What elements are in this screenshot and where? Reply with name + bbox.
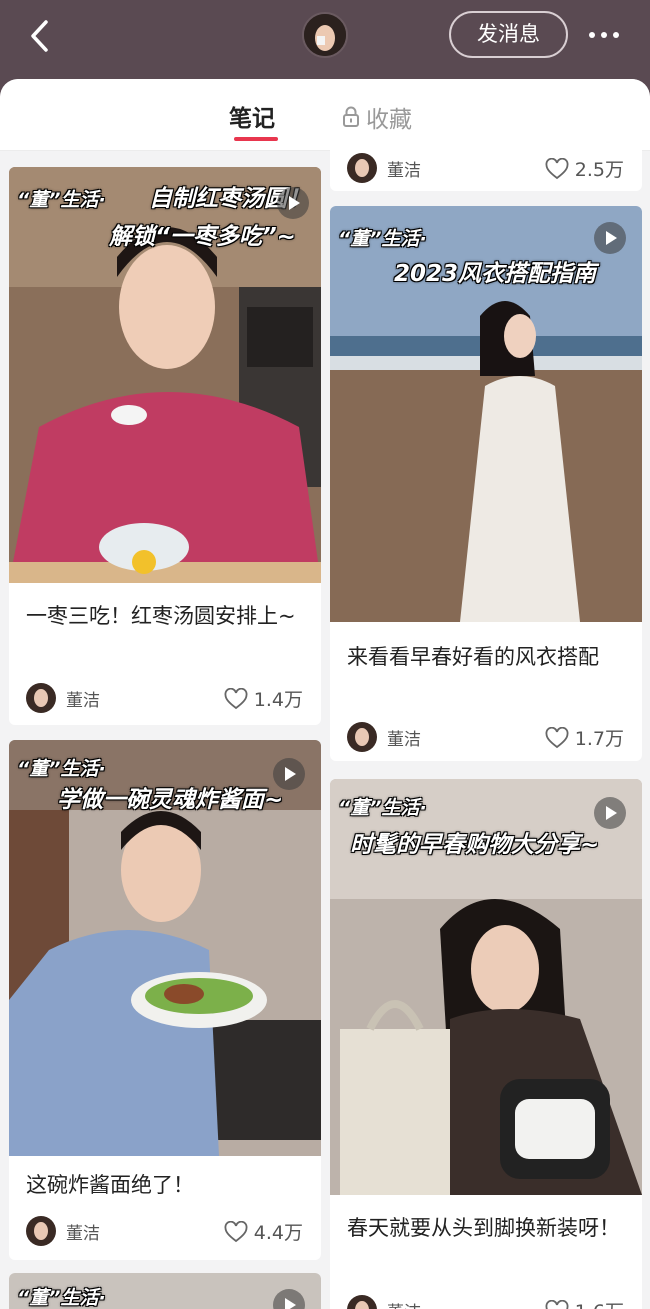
video-play-icon <box>273 758 305 790</box>
cover-text-series: “董”生活· <box>338 797 427 819</box>
author-name: 董洁 <box>387 729 421 750</box>
like-count: 1.4万 <box>253 689 303 711</box>
chevron-left-icon <box>31 20 48 52</box>
heart-icon <box>224 687 248 709</box>
tab-notes[interactable]: 笔记 <box>229 99 275 135</box>
video-play-icon <box>594 222 626 254</box>
like-button[interactable]: 4.4万 <box>224 1218 303 1245</box>
note-card[interactable]: “董”生活· 学做一碗灵魂炸酱面~ 这碗炸酱面绝了！ 董洁 4.4万 <box>9 740 321 1260</box>
tab-favorites-label: 收藏 <box>366 107 412 133</box>
more-options-button[interactable] <box>584 22 624 48</box>
like-button[interactable]: 1.7万 <box>545 724 624 751</box>
video-play-icon <box>277 187 309 219</box>
cover-text-series: “董”生活· <box>17 758 106 780</box>
card-title: 这碗炸酱面绝了！ <box>26 1173 194 1197</box>
card-cover-image: “董”生活· 2023风衣搭配指南 <box>330 206 642 622</box>
more-icon <box>589 32 619 38</box>
lock-icon <box>343 106 359 127</box>
video-play-icon <box>594 797 626 829</box>
like-button[interactable]: 2.5万 <box>545 155 624 182</box>
cover-text-series: “董”生活· <box>17 1287 106 1309</box>
active-tab-indicator <box>234 137 278 141</box>
cover-text-headline: 2023风衣搭配指南 <box>394 261 597 287</box>
author-avatar <box>347 153 377 183</box>
tab-bar: 笔记 收藏 <box>0 79 650 151</box>
card-author[interactable]: 董洁 <box>26 1216 100 1246</box>
heart-icon <box>545 726 569 748</box>
note-card[interactable]: “董”生活· 时髦的早春购物大分享~ 春天就要从头到脚换新装呀！ 董洁 1.6万 <box>330 779 642 1309</box>
heart-icon <box>545 157 569 179</box>
card-cover-image: “董”生活· 时髦的早春购物大分享~ <box>330 779 642 1195</box>
send-message-button[interactable]: 发消息 <box>449 11 568 58</box>
cover-text-headline: 学做一碗灵魂炸酱面~ <box>57 787 284 813</box>
like-count: 1.6万 <box>575 1297 624 1309</box>
author-name: 董洁 <box>66 690 100 711</box>
content-panel: 笔记 收藏 董洁 2.5万 “董”生活· 自制红枣汤圆！ 解锁“一枣多吃”~ 一… <box>0 79 650 1309</box>
heart-icon <box>545 1299 569 1309</box>
like-button[interactable]: 1.4万 <box>224 685 303 712</box>
like-count: 4.4万 <box>253 1222 303 1244</box>
author-avatar <box>26 683 56 713</box>
heart-icon <box>224 1220 248 1242</box>
author-avatar <box>26 1216 56 1246</box>
card-title: 来看看早春好看的风衣搭配 <box>347 645 599 669</box>
card-cover-image: “董”生活· 学做一碗灵魂炸酱面~ <box>9 740 321 1156</box>
cover-text-series: “董”生活· <box>338 228 427 250</box>
card-author[interactable]: 董洁 <box>347 1295 421 1309</box>
cover-text-headline: 时髦的早春购物大分享~ <box>350 832 600 858</box>
card-author[interactable]: 董洁 <box>347 153 421 183</box>
tab-favorites[interactable]: 收藏 <box>342 99 412 135</box>
like-button[interactable]: 1.6万 <box>545 1297 624 1309</box>
top-bar: 发消息 <box>0 0 650 80</box>
card-author[interactable]: 董洁 <box>26 683 100 713</box>
card-title: 一枣三吃！红枣汤圆安排上~ <box>26 604 296 628</box>
author-avatar <box>347 1295 377 1309</box>
author-name: 董洁 <box>387 1298 421 1309</box>
author-name: 董洁 <box>66 1223 100 1244</box>
card-cover-image: “董”生活· <box>9 1273 321 1309</box>
note-card[interactable]: “董”生活· 2023风衣搭配指南 来看看早春好看的风衣搭配 董洁 1.7万 <box>330 206 642 761</box>
profile-avatar[interactable] <box>302 12 348 58</box>
cover-text-subline: 解锁“一枣多吃”~ <box>109 224 296 250</box>
card-author[interactable]: 董洁 <box>347 722 421 752</box>
author-name: 董洁 <box>387 160 421 181</box>
cover-text-series: “董”生活· <box>17 189 106 211</box>
card-cover-image: “董”生活· 自制红枣汤圆！ 解锁“一枣多吃”~ <box>9 167 321 583</box>
note-card[interactable]: “董”生活· <box>9 1273 321 1309</box>
note-card[interactable]: 董洁 2.5万 <box>330 145 642 191</box>
author-avatar <box>347 722 377 752</box>
back-button[interactable] <box>22 16 58 56</box>
like-count: 1.7万 <box>574 728 624 750</box>
note-card[interactable]: “董”生活· 自制红枣汤圆！ 解锁“一枣多吃”~ 一枣三吃！红枣汤圆安排上~ 董… <box>9 167 321 725</box>
like-count: 2.5万 <box>574 159 624 181</box>
card-title: 春天就要从头到脚换新装呀！ <box>347 1216 620 1240</box>
